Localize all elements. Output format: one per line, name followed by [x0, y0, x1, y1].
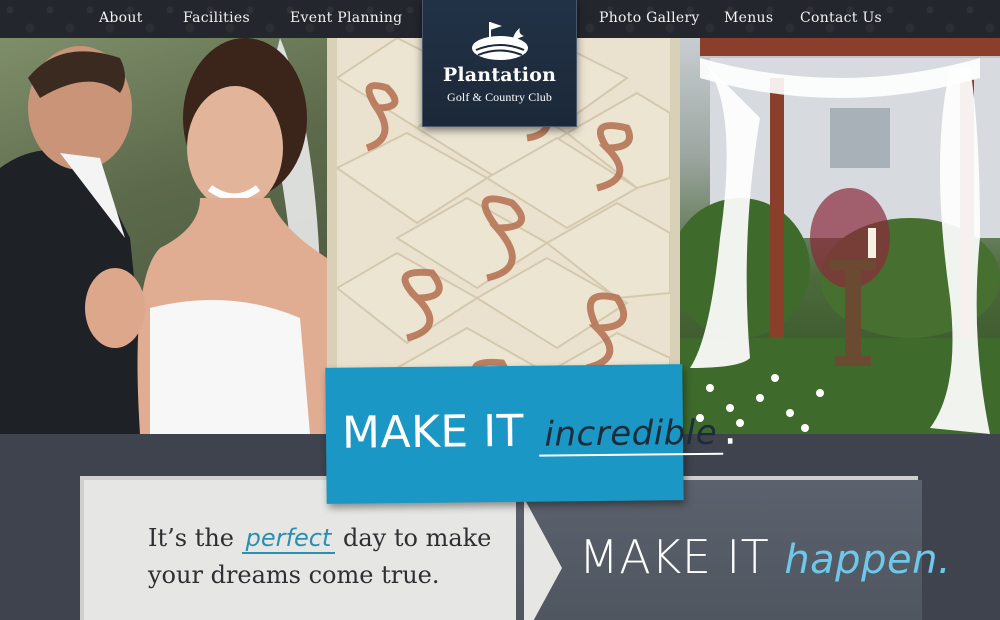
logo-subtitle: Golf & Country Club: [447, 90, 552, 104]
tagline-start: It’s the: [148, 524, 235, 552]
happen-script-word: happen.: [784, 537, 952, 583]
nav-contact-us-link[interactable]: Contact Us: [800, 10, 882, 30]
panel-chevron: [524, 498, 562, 620]
nav-about-link[interactable]: About: [99, 10, 143, 30]
banner-heading: MAKE IT incredible.: [342, 404, 738, 459]
couple-photo: [0, 38, 327, 434]
happen-lead: MAKE IT: [579, 530, 770, 584]
intro-tagline: It’s the perfect day to make your dreams…: [148, 520, 508, 594]
nav-facilities-link[interactable]: Facilities: [183, 10, 250, 30]
make-it-incredible-banner: MAKE IT incredible.: [325, 364, 738, 504]
make-it-happen-heading: MAKE IT happen.: [579, 530, 951, 584]
tagline-accent-word: perfect: [241, 524, 336, 554]
nav-event-planning-link[interactable]: Event Planning: [290, 10, 402, 30]
nav-photo-gallery-link[interactable]: Photo Gallery: [599, 10, 700, 30]
nav-menus-link[interactable]: Menus: [724, 10, 773, 30]
wedding-arch-photo: [680, 38, 1000, 434]
banner-script-word: incredible: [538, 412, 724, 457]
golf-flag-sailboat-icon: [472, 22, 528, 60]
banner-period: .: [722, 403, 738, 455]
logo-name: Plantation: [442, 64, 557, 86]
club-logo[interactable]: Plantation Golf & Country Club: [422, 0, 577, 127]
banner-lead: MAKE IT: [341, 405, 525, 459]
